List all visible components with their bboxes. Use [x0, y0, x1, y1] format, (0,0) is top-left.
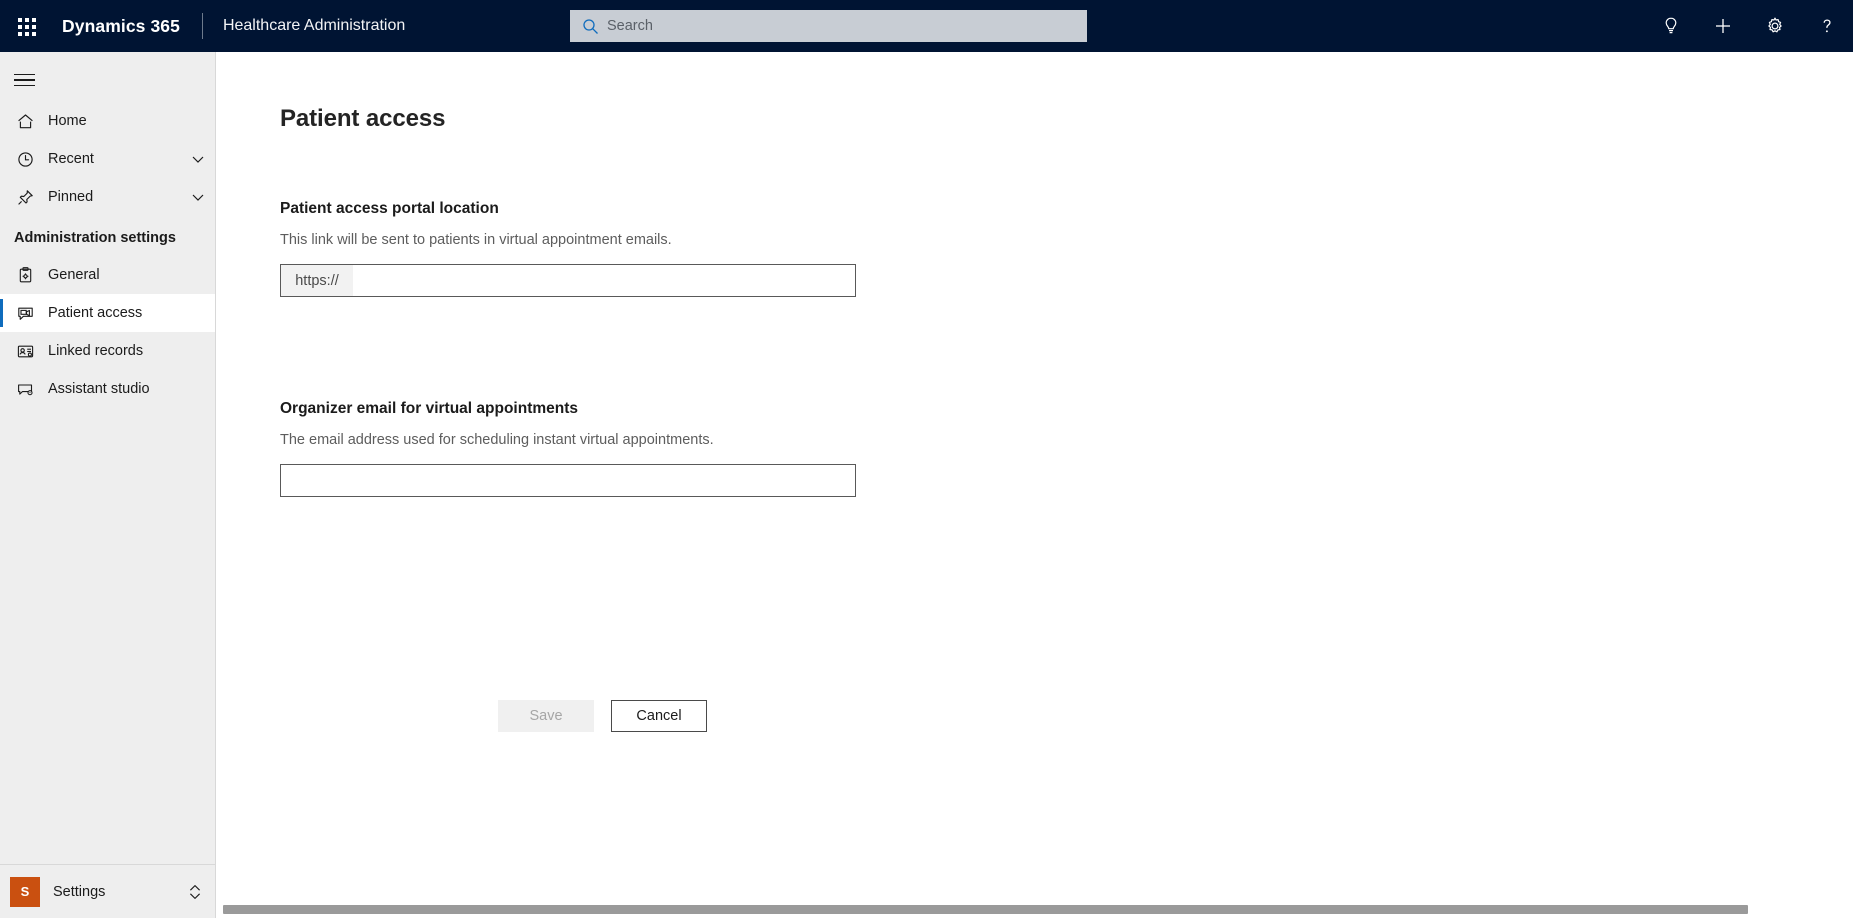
section-heading: Organizer email for virtual appointments	[280, 400, 579, 417]
sidebar-item-label: Recent	[48, 151, 94, 167]
video-chat-icon	[14, 302, 36, 324]
sidebar-item-linked-records[interactable]: Linked records	[0, 332, 215, 370]
section-description: This link will be sent to patients in vi…	[280, 232, 672, 248]
settings-row[interactable]: S Settings	[0, 864, 215, 918]
app-name: Healthcare Administration	[222, 17, 406, 34]
section-patient-access-portal-location: Patient access portal location This link…	[280, 200, 856, 297]
sidebar-item-label: Patient access	[48, 305, 143, 321]
question-mark-icon[interactable]	[1801, 0, 1853, 52]
page-title: Patient access	[280, 105, 446, 132]
sidebar-item-recent[interactable]: Recent	[0, 140, 215, 178]
sidebar-item-home[interactable]: Home	[0, 102, 215, 140]
contact-card-gear-icon	[14, 340, 36, 362]
app-header: Dynamics 365 Healthcare Administration	[0, 0, 1853, 52]
plus-icon[interactable]	[1697, 0, 1749, 52]
gear-icon[interactable]	[1749, 0, 1801, 52]
sidebar-item-pinned[interactable]: Pinned	[0, 178, 215, 216]
sidebar-item-general[interactable]: General	[0, 256, 215, 294]
waffle-grid-icon	[17, 17, 36, 36]
sidebar: Home Recent Pinned Administration settin…	[0, 52, 216, 918]
brand-title[interactable]: Dynamics 365	[52, 16, 180, 37]
search-input[interactable]	[607, 10, 1087, 42]
settings-label: Settings	[53, 883, 106, 900]
section-heading: Patient access portal location	[280, 200, 499, 217]
save-button[interactable]: Save	[498, 700, 594, 732]
sidebar-item-label: Home	[48, 113, 87, 129]
portal-location-field[interactable]: https://	[280, 264, 856, 297]
sidebar-item-label: Pinned	[48, 189, 94, 205]
sidebar-collapse-button[interactable]	[0, 58, 48, 102]
pin-icon	[14, 186, 36, 208]
hamburger-icon	[13, 73, 35, 87]
header-actions	[1645, 0, 1853, 52]
sidebar-item-label: Assistant studio	[48, 381, 150, 397]
section-organizer-email: Organizer email for virtual appointments…	[280, 400, 856, 497]
chevron-up-down-icon[interactable]	[175, 882, 215, 902]
lightbulb-icon[interactable]	[1645, 0, 1697, 52]
search-box[interactable]	[570, 10, 1087, 42]
url-prefix-label: https://	[281, 265, 353, 296]
form-actions: Save Cancel	[498, 700, 707, 732]
cancel-button[interactable]: Cancel	[611, 700, 707, 732]
section-description: The email address used for scheduling in…	[280, 432, 714, 448]
sidebar-group-title: Administration settings	[14, 230, 176, 246]
organizer-email-input[interactable]	[280, 464, 856, 497]
clipboard-gear-icon	[14, 264, 36, 286]
sidebar-item-label: Linked records	[48, 343, 144, 359]
portal-location-input[interactable]	[353, 265, 855, 296]
waffle-menu-button[interactable]	[0, 0, 52, 52]
sidebar-item-assistant-studio[interactable]: Assistant studio	[0, 370, 215, 408]
avatar: S	[10, 876, 40, 907]
sidebar-item-patient-access[interactable]: Patient access	[0, 294, 215, 332]
assistant-gear-icon	[14, 378, 36, 400]
scrollbar-thumb[interactable]	[223, 904, 1748, 914]
search-icon	[582, 18, 599, 35]
home-icon	[14, 110, 36, 132]
chevron-down-icon[interactable]	[181, 140, 215, 178]
sidebar-item-label: General	[48, 267, 100, 283]
clock-icon	[14, 148, 36, 170]
main-content: Patient access Patient access portal loc…	[217, 52, 1853, 918]
horizontal-scrollbar[interactable]	[217, 900, 1853, 918]
header-divider	[201, 13, 203, 39]
chevron-down-icon[interactable]	[181, 178, 215, 216]
